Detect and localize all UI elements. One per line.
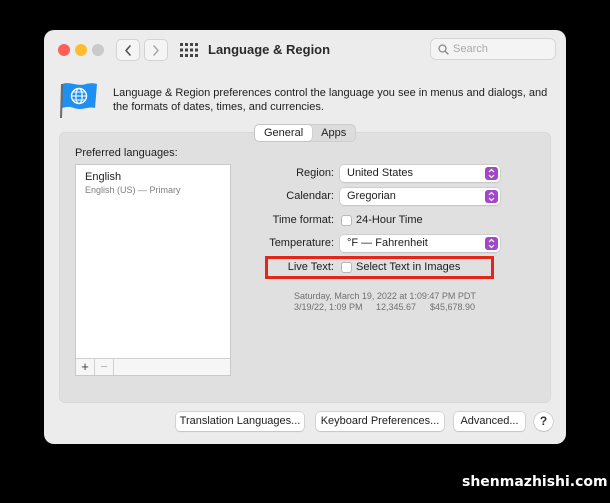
preferences-window: Language & Region Language & Region pref… (44, 30, 566, 444)
language-subtitle: English (US) — Primary (85, 185, 181, 195)
zoom-window-button[interactable] (92, 44, 104, 56)
live-text-label: Live Text: (287, 261, 334, 273)
chevron-right-icon (153, 45, 159, 56)
close-window-button[interactable] (58, 44, 70, 56)
minimize-window-button[interactable] (75, 44, 87, 56)
temperature-label: Temperature: (269, 237, 334, 249)
watermark-text: shenmazhishi.com (462, 474, 608, 490)
select-text-in-images-label: Select Text in Images (356, 261, 461, 273)
preview-long-date: Saturday, March 19, 2022 at 1:09:47 PM P… (294, 291, 476, 301)
search-icon (438, 44, 449, 55)
tab-general[interactable]: General (255, 125, 313, 141)
preview-short-date: 3/19/22, 1:09 PM (294, 302, 363, 312)
language-name: English (85, 171, 122, 183)
remove-language-button[interactable]: − (95, 359, 114, 375)
temperature-popup[interactable]: °F — Fahrenheit (340, 235, 500, 252)
segmented-tabs: General Apps (254, 124, 357, 142)
translation-languages-button[interactable]: Translation Languages... (176, 412, 304, 431)
keyboard-preferences-button[interactable]: Keyboard Preferences... (316, 412, 444, 431)
24-hour-time-checkbox[interactable] (341, 215, 352, 226)
select-text-in-images-checkbox[interactable] (341, 262, 352, 273)
popup-arrows-icon (485, 190, 498, 203)
window-title: Language & Region (208, 42, 331, 57)
24-hour-time-label: 24-Hour Time (356, 214, 423, 226)
calendar-popup[interactable]: Gregorian (340, 188, 500, 205)
preview-number: 12,345.67 (376, 302, 417, 312)
show-all-button[interactable] (178, 40, 198, 60)
add-language-button[interactable]: + (76, 359, 95, 375)
preview-currency: $45,678.90 (430, 302, 476, 312)
region-label: Region: (296, 167, 334, 179)
forward-button[interactable] (144, 39, 168, 61)
calendar-label: Calendar: (286, 190, 334, 202)
time-format-label: Time format: (272, 214, 334, 226)
grid-icon (180, 43, 198, 57)
preferred-languages-label: Preferred languages: (75, 147, 178, 159)
advanced-button[interactable]: Advanced... (454, 412, 525, 431)
search-field[interactable] (430, 38, 556, 60)
list-footer: + − (76, 358, 230, 375)
language-list[interactable]: English English (US) — Primary + − (75, 164, 231, 376)
popup-arrows-icon (485, 167, 498, 180)
search-input[interactable] (453, 41, 549, 57)
temperature-value: °F — Fahrenheit (347, 237, 428, 249)
tab-apps[interactable]: Apps (312, 125, 355, 141)
back-button[interactable] (116, 39, 140, 61)
description-text: Language & Region preferences control th… (113, 87, 548, 113)
title-bar: Language & Region (44, 30, 566, 70)
help-button[interactable]: ? (534, 412, 553, 431)
region-popup[interactable]: United States (340, 165, 500, 182)
region-value: United States (347, 167, 414, 179)
flag-globe-icon (60, 83, 97, 119)
popup-arrows-icon (485, 237, 498, 250)
chevron-left-icon (125, 45, 131, 56)
calendar-value: Gregorian (347, 190, 396, 202)
